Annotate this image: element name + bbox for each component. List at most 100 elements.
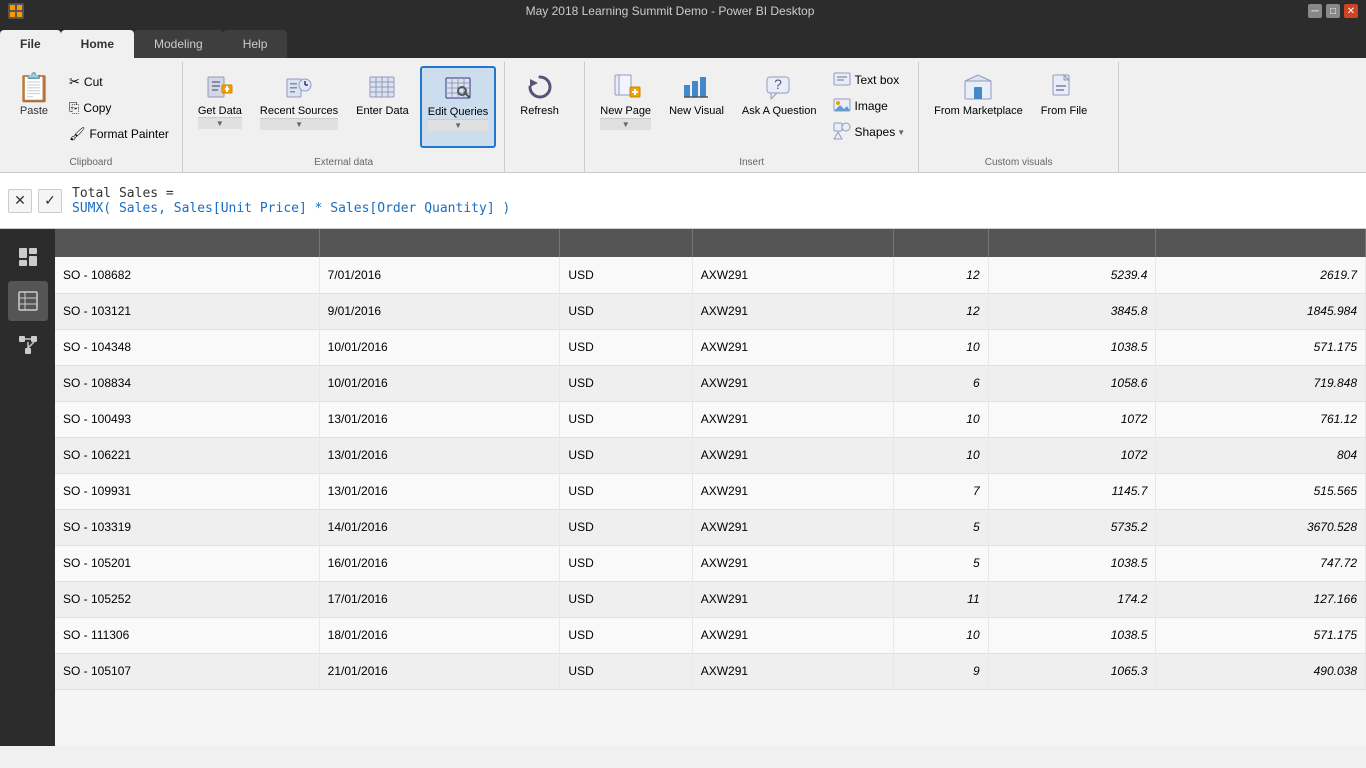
table-cell: 571.175 xyxy=(1156,617,1366,653)
table-row: SO - 1086827/01/2016USDAXW291125239.4261… xyxy=(55,257,1366,293)
tab-modeling[interactable]: Modeling xyxy=(134,30,223,58)
from-marketplace-icon xyxy=(962,71,994,103)
clipboard-label: Clipboard xyxy=(0,157,182,168)
paste-button[interactable]: 📋 Paste xyxy=(8,66,60,126)
table-cell: 17/01/2016 xyxy=(319,581,560,617)
copy-button[interactable]: ⎘ Copy xyxy=(64,96,174,120)
tab-help[interactable]: Help xyxy=(223,30,288,58)
sidebar-data-icon[interactable] xyxy=(8,281,48,321)
table-cell: 1845.984 xyxy=(1156,293,1366,329)
app-icon xyxy=(8,3,24,19)
table-cell: 1038.5 xyxy=(988,617,1156,653)
recent-sources-arrow: ▼ xyxy=(260,118,338,130)
refresh-button[interactable]: Refresh xyxy=(513,66,566,148)
edit-queries-button[interactable]: Edit Queries ▼ xyxy=(420,66,497,148)
new-page-label: New Page xyxy=(600,105,651,118)
table-row: SO - 1031219/01/2016USDAXW291123845.8184… xyxy=(55,293,1366,329)
table-cell: 10 xyxy=(893,329,988,365)
data-table: SO - 1086827/01/2016USDAXW291125239.4261… xyxy=(55,229,1366,690)
table-cell: 7/01/2016 xyxy=(319,257,560,293)
shapes-dropdown-arrow: ▼ xyxy=(897,128,905,137)
table-cell: 1038.5 xyxy=(988,329,1156,365)
table-cell: AXW291 xyxy=(692,329,893,365)
copy-icon: ⎘ xyxy=(69,100,79,116)
table-cell: 10/01/2016 xyxy=(319,365,560,401)
table-cell: AXW291 xyxy=(692,293,893,329)
col-header-currency xyxy=(560,229,692,257)
ribbon: 📋 Paste ✂ Cut ⎘ Copy 🖌 Format Painter C xyxy=(0,58,1366,173)
sidebar-model-icon[interactable] xyxy=(8,325,48,365)
table-cell: SO - 104348 xyxy=(55,329,319,365)
title-bar: May 2018 Learning Summit Demo - Power BI… xyxy=(0,0,1366,22)
paste-icon: 📋 xyxy=(18,71,50,103)
formula-content: Total Sales = SUMX( Sales, Sales[Unit Pr… xyxy=(72,186,1358,216)
recent-sources-button[interactable]: Recent Sources ▼ xyxy=(253,66,345,148)
window-title: May 2018 Learning Summit Demo - Power BI… xyxy=(32,4,1308,18)
table-cell: 12 xyxy=(893,257,988,293)
table-cell: SO - 108834 xyxy=(55,365,319,401)
cut-button[interactable]: ✂ Cut xyxy=(64,70,174,94)
table-cell: 3670.528 xyxy=(1156,509,1366,545)
text-box-button[interactable]: Text box xyxy=(828,68,911,92)
ask-question-button[interactable]: ? Ask A Question xyxy=(735,66,824,148)
formula-cancel-button[interactable]: ✕ xyxy=(8,189,32,213)
cut-label: Cut xyxy=(84,75,103,89)
insert-section-label: Insert xyxy=(585,157,918,168)
get-data-label-area: Get Data ▼ xyxy=(198,105,242,129)
paste-label: Paste xyxy=(20,105,48,118)
table-cell: 5735.2 xyxy=(988,509,1156,545)
edit-queries-label-area: Edit Queries ▼ xyxy=(428,106,489,131)
maximize-btn[interactable]: □ xyxy=(1326,4,1340,18)
table-cell: 13/01/2016 xyxy=(319,437,560,473)
table-cell: 2619.7 xyxy=(1156,257,1366,293)
tab-file[interactable]: File xyxy=(0,30,61,58)
sidebar-report-icon[interactable] xyxy=(8,237,48,277)
new-visual-icon xyxy=(680,71,712,103)
table-cell: 1065.3 xyxy=(988,653,1156,689)
minimize-btn[interactable]: ─ xyxy=(1308,4,1322,18)
shapes-icon xyxy=(833,122,851,143)
table-cell: 1072 xyxy=(988,437,1156,473)
tab-bar: File Home Modeling Help xyxy=(0,22,1366,58)
enter-data-button[interactable]: Enter Data xyxy=(349,66,416,148)
from-file-icon xyxy=(1048,71,1080,103)
formula-bar: ✕ ✓ Total Sales = SUMX( Sales, Sales[Uni… xyxy=(0,173,1366,229)
from-marketplace-label: From Marketplace xyxy=(934,105,1023,118)
image-label: Image xyxy=(855,99,888,113)
shapes-button[interactable]: Shapes ▼ xyxy=(828,120,911,144)
clipboard-section: 📋 Paste ✂ Cut ⎘ Copy 🖌 Format Painter C xyxy=(0,62,183,172)
insert-section: New Page ▼ New Visual xyxy=(585,62,919,172)
recent-sources-icon xyxy=(283,71,315,103)
image-button[interactable]: Image xyxy=(828,94,911,118)
edit-queries-icon xyxy=(442,72,474,104)
ask-question-label: Ask A Question xyxy=(742,105,817,118)
new-page-arrow: ▼ xyxy=(600,118,651,130)
table-cell: 5 xyxy=(893,509,988,545)
table-cell: SO - 105107 xyxy=(55,653,319,689)
close-btn[interactable]: ✕ xyxy=(1344,4,1358,18)
get-data-button[interactable]: Get Data ▼ xyxy=(191,66,249,148)
table-cell: 5239.4 xyxy=(988,257,1156,293)
get-data-arrow: ▼ xyxy=(198,117,242,129)
insert-small-buttons: Text box Image Shapes ▼ xyxy=(828,66,911,148)
tab-home[interactable]: Home xyxy=(61,30,134,58)
table-cell: USD xyxy=(560,473,692,509)
table-cell: 10 xyxy=(893,437,988,473)
new-page-button[interactable]: New Page ▼ xyxy=(593,66,658,148)
formula-confirm-button[interactable]: ✓ xyxy=(38,189,62,213)
enter-data-icon xyxy=(366,71,398,103)
enter-data-label: Enter Data xyxy=(356,105,409,117)
from-marketplace-button[interactable]: From Marketplace xyxy=(927,66,1030,148)
format-painter-button[interactable]: 🖌 Format Painter xyxy=(64,122,174,146)
formula-name: Total Sales = xyxy=(72,186,1358,201)
table-cell: 10/01/2016 xyxy=(319,329,560,365)
new-visual-button[interactable]: New Visual xyxy=(662,66,731,148)
custom-visuals-section: From Marketplace From File Custom visual… xyxy=(919,62,1119,172)
table-cell: 7 xyxy=(893,473,988,509)
table-row: SO - 10510721/01/2016USDAXW29191065.3490… xyxy=(55,653,1366,689)
table-row: SO - 10520116/01/2016USDAXW29151038.5747… xyxy=(55,545,1366,581)
from-file-button[interactable]: From File xyxy=(1034,66,1094,148)
refresh-label: Refresh xyxy=(520,105,559,117)
format-painter-label: Format Painter xyxy=(90,127,169,141)
table-cell: 21/01/2016 xyxy=(319,653,560,689)
